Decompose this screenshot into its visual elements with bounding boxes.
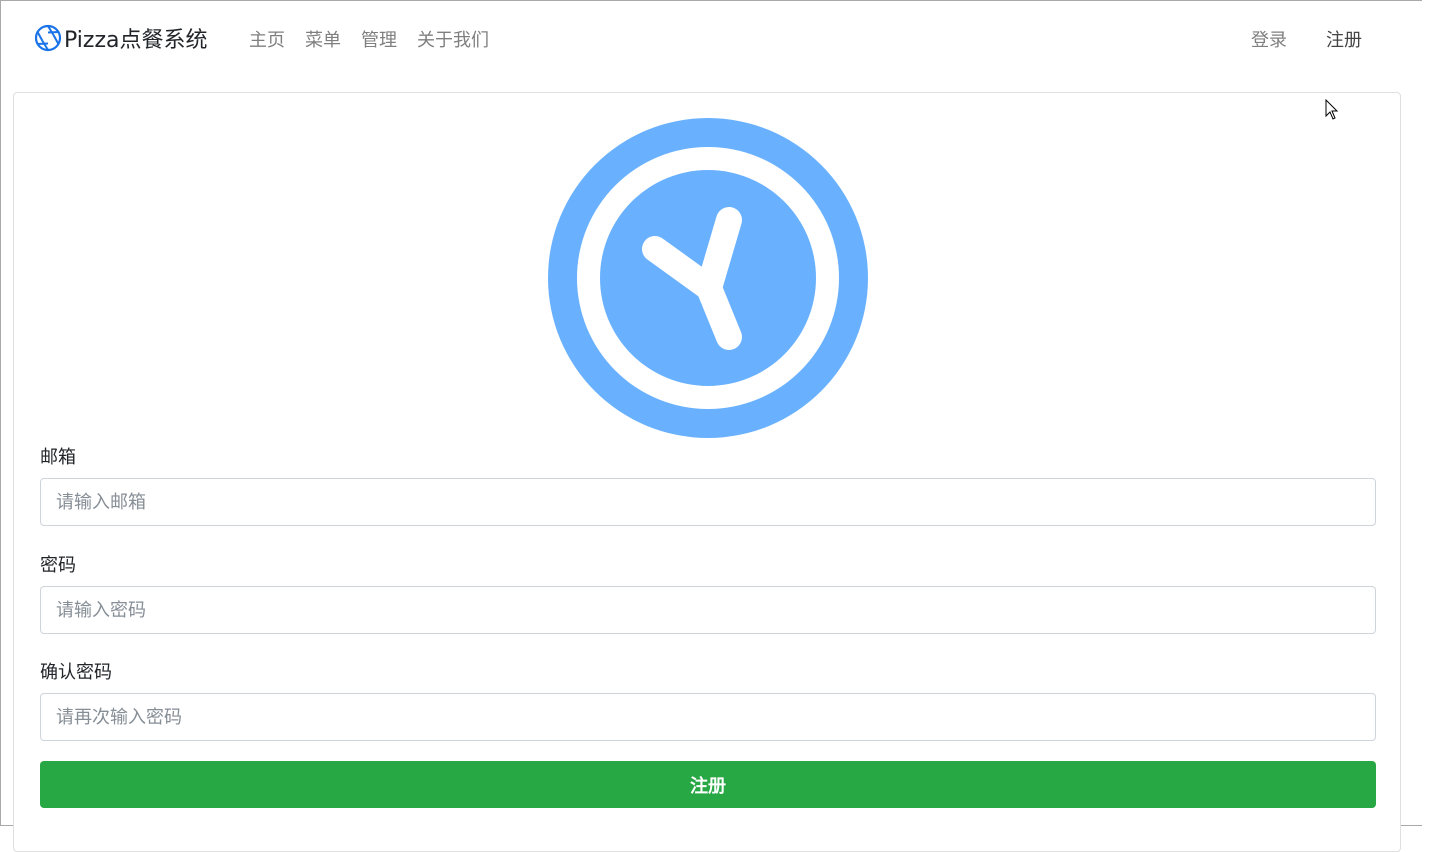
clock-icon (547, 117, 869, 439)
nav-link-admin[interactable]: 管理 (361, 26, 397, 52)
register-button[interactable]: 注册 (40, 761, 1376, 808)
nav-links: 主页 菜单 管理 关于我们 (249, 26, 489, 52)
email-label: 邮箱 (40, 447, 76, 468)
nav-link-about[interactable]: 关于我们 (417, 26, 489, 52)
password-input[interactable] (40, 586, 1376, 634)
nav-link-register[interactable]: 注册 (1326, 26, 1362, 52)
page-gutter (1422, 0, 1454, 826)
nav-link-login[interactable]: 登录 (1251, 26, 1287, 52)
browser-frame: Pizza点餐系统 主页 菜单 管理 关于我们 登录 注册 邮箱 请输入邮箱 密… (0, 0, 1454, 852)
confirm-password-input[interactable] (40, 693, 1376, 741)
confirm-password-label: 确认密码 (40, 662, 112, 683)
nav-link-home[interactable]: 主页 (249, 26, 285, 52)
mouse-cursor-icon (1325, 98, 1339, 121)
email-input[interactable] (40, 478, 1376, 526)
register-card: 邮箱 密码 确认密码 注册 (13, 92, 1401, 852)
password-label: 密码 (40, 555, 76, 576)
brand[interactable]: Pizza点餐系统 (34, 22, 207, 54)
navbar: Pizza点餐系统 主页 菜单 管理 关于我们 登录 注册 (2, 2, 1422, 74)
nav-link-menu[interactable]: 菜单 (305, 26, 341, 52)
brand-text: Pizza点餐系统 (64, 28, 208, 53)
nav-auth-links: 登录 注册 (1251, 26, 1362, 52)
aperture-icon (34, 24, 62, 52)
